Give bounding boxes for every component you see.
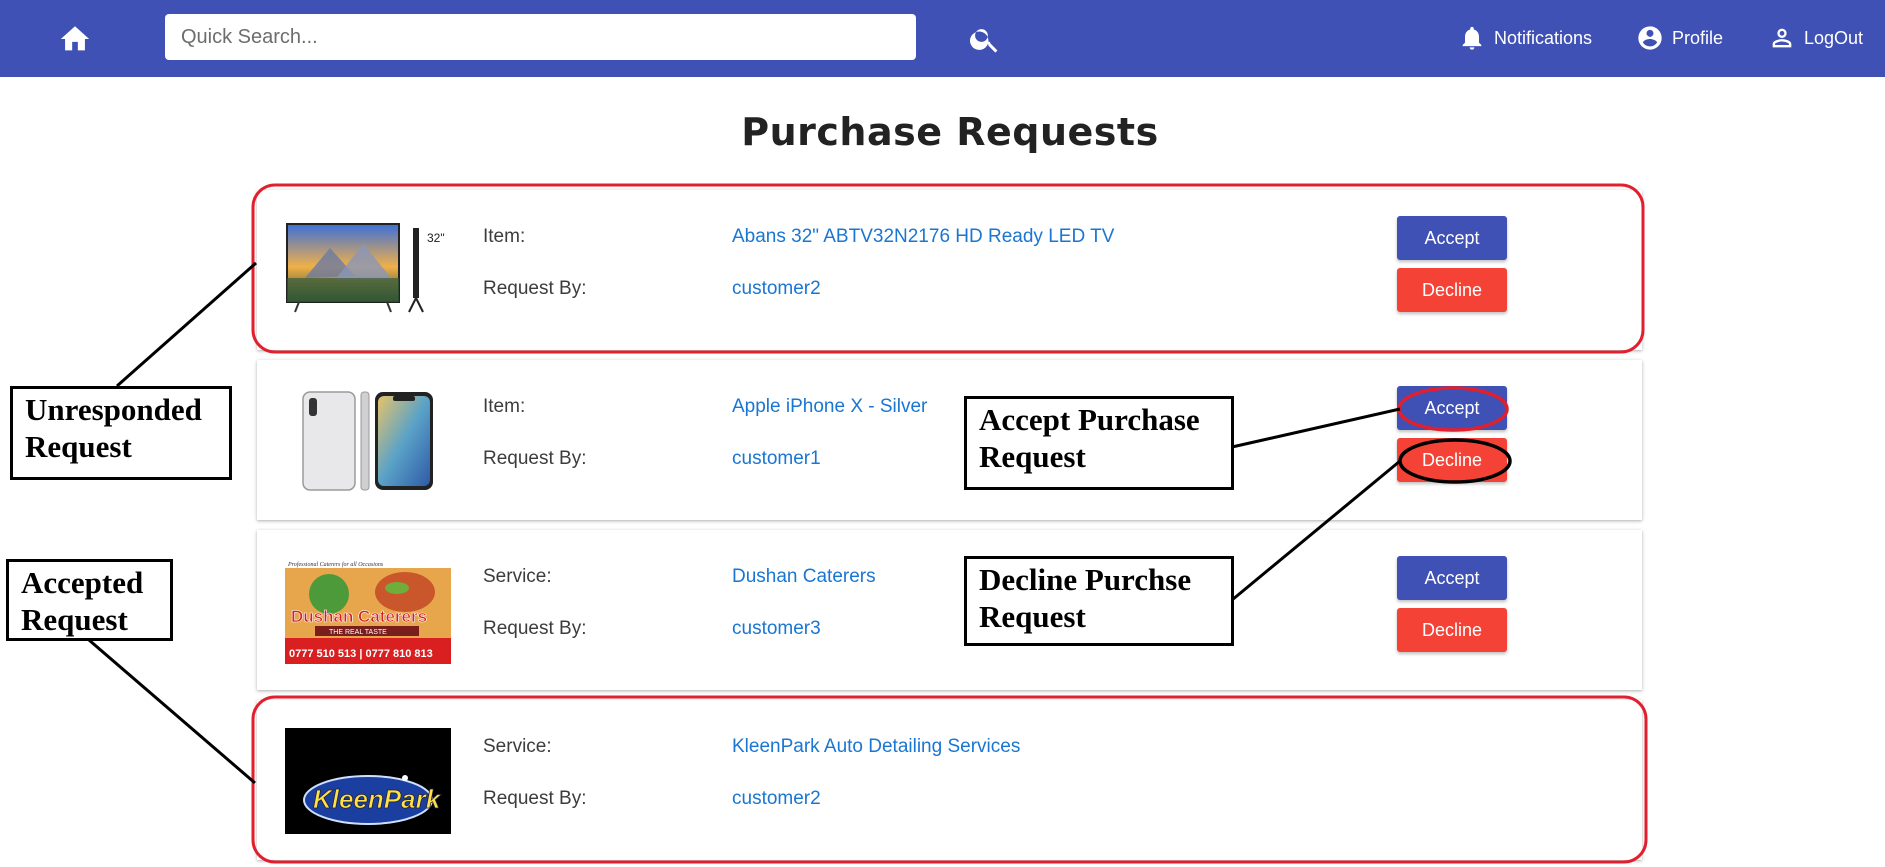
bell-icon bbox=[1462, 26, 1482, 50]
tv-image: 32" bbox=[285, 218, 451, 324]
request-card: Item: Apple iPhone X - Silver Request By… bbox=[257, 360, 1642, 520]
request-card: Professional Caterers for all Occasions … bbox=[257, 530, 1642, 690]
svg-text:KleenPark: KleenPark bbox=[313, 784, 442, 814]
phone-image bbox=[285, 388, 451, 494]
requester-link[interactable]: customer1 bbox=[732, 448, 821, 470]
kleenpark-logo: KleenPark bbox=[285, 728, 451, 834]
request-by-label: Request By: bbox=[483, 278, 587, 299]
person-outline-icon bbox=[1772, 28, 1792, 48]
logout-label: LogOut bbox=[1804, 27, 1864, 48]
request-type-label: Service: bbox=[483, 566, 552, 587]
request-by-label: Request By: bbox=[483, 448, 587, 469]
profile-label: Profile bbox=[1672, 27, 1724, 48]
notifications-label: Notifications bbox=[1494, 27, 1593, 48]
svg-text:0777 510 513 | 0777 810 813: 0777 510 513 | 0777 810 813 bbox=[289, 648, 433, 660]
requester-link[interactable]: customer2 bbox=[732, 788, 821, 810]
search-icon[interactable] bbox=[968, 22, 1002, 56]
logout-link[interactable]: LogOut bbox=[1768, 20, 1863, 56]
account-circle-icon bbox=[1638, 26, 1662, 50]
request-item-link[interactable]: Abans 32" ABTV32N2176 HD Ready LED TV bbox=[732, 226, 1114, 248]
accept-button[interactable]: Accept bbox=[1397, 556, 1507, 600]
decline-button[interactable]: Decline bbox=[1397, 438, 1507, 482]
quick-search-input[interactable] bbox=[165, 14, 916, 60]
decline-button[interactable]: Decline bbox=[1397, 608, 1507, 652]
svg-text:THE REAL TASTE: THE REAL TASTE bbox=[329, 629, 387, 636]
accepted-callout-line bbox=[88, 638, 256, 785]
annotation-unresponded: Unresponded Request bbox=[10, 386, 232, 480]
request-type-label: Item: bbox=[483, 226, 526, 247]
decline-button[interactable]: Decline bbox=[1397, 268, 1507, 312]
request-by-label: Request By: bbox=[483, 618, 587, 639]
request-type-label: Item: bbox=[483, 396, 526, 417]
request-item-link[interactable]: Dushan Caterers bbox=[732, 566, 876, 588]
profile-link[interactable]: Profile bbox=[1636, 20, 1723, 56]
request-card: KleenPark Service: KleenPark Auto Detail… bbox=[257, 700, 1642, 860]
top-navbar: Notifications Profile LogOut bbox=[0, 0, 1885, 77]
annotation-decline-purchase: Decline Purchse Request bbox=[964, 556, 1234, 646]
request-item-link[interactable]: Apple iPhone X - Silver bbox=[732, 396, 927, 418]
svg-text:32": 32" bbox=[427, 231, 445, 245]
caterer-logo: Professional Caterers for all Occasions … bbox=[285, 558, 451, 664]
svg-text:Professional Caterers for all: Professional Caterers for all Occasions bbox=[287, 561, 384, 568]
page-title: Purchase Requests bbox=[741, 110, 1159, 154]
accept-button[interactable]: Accept bbox=[1397, 216, 1507, 260]
home-icon[interactable] bbox=[58, 22, 92, 56]
accept-button[interactable]: Accept bbox=[1397, 386, 1507, 430]
notifications-link[interactable]: Notifications bbox=[1458, 20, 1592, 56]
unresponded-callout-line bbox=[116, 261, 257, 388]
requester-link[interactable]: customer3 bbox=[732, 618, 821, 640]
request-item-link[interactable]: KleenPark Auto Detailing Services bbox=[732, 736, 1020, 758]
annotation-accepted: Accepted Request bbox=[6, 559, 173, 641]
svg-text:Dushan Caterers: Dushan Caterers bbox=[291, 607, 427, 626]
request-by-label: Request By: bbox=[483, 788, 587, 809]
request-type-label: Service: bbox=[483, 736, 552, 757]
request-card: 32" Item: Abans 32" ABTV32N2176 HD Ready… bbox=[257, 190, 1642, 350]
annotation-accept-purchase: Accept Purchase Request bbox=[964, 396, 1234, 490]
requester-link[interactable]: customer2 bbox=[732, 278, 821, 300]
